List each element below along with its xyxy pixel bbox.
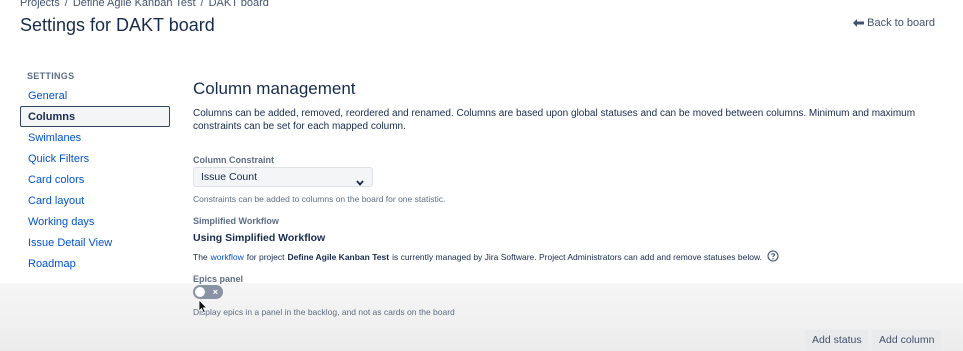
back-to-board-link[interactable]: Back to board [853, 17, 935, 29]
sidebar-item-columns[interactable]: Columns [20, 106, 170, 127]
sidebar-item-card-layout[interactable]: Card layout [20, 190, 170, 211]
breadcrumb-board[interactable]: DAKT board [209, 0, 269, 9]
page-title: Settings for DAKT board [20, 15, 215, 35]
add-status-button[interactable]: Add status [805, 330, 868, 351]
chevron-down-icon [356, 174, 364, 192]
toggle-knob [195, 287, 205, 297]
workflow-text-after: is currently managed by Jira Software. P… [392, 252, 762, 262]
intro-text: Columns can be added, removed, reordered… [193, 108, 916, 132]
breadcrumb-projects[interactable]: Projects [20, 0, 60, 9]
column-constraint-value: Issue Count [201, 171, 258, 183]
simplified-workflow-heading: Using Simplified Workflow [193, 232, 326, 244]
section-title: Column management [193, 79, 356, 98]
epics-help-text: Display epics in a panel in the backlog,… [193, 307, 455, 317]
breadcrumb-project[interactable]: Define Agile Kanban Test [73, 0, 196, 9]
workflow-link[interactable]: workflow [211, 252, 244, 262]
workflow-text-before: The [193, 252, 208, 262]
workflow-description: The workflow for project Define Agile Ka… [193, 250, 779, 264]
column-constraint-label: Column Constraint [193, 155, 274, 165]
add-column-button[interactable]: Add column [872, 330, 941, 351]
back-to-board-label: Back to board [867, 17, 935, 29]
workflow-project-name: Define Agile Kanban Test [287, 252, 390, 262]
column-constraint-select[interactable]: Issue Count [193, 167, 373, 187]
mouse-pointer-icon [198, 299, 208, 319]
arrow-left-icon [853, 19, 865, 27]
sidebar-heading: SETTINGS [27, 71, 75, 81]
column-management-panel: Column management Columns can be added, … [193, 78, 938, 317]
sidebar-item-roadmap[interactable]: Roadmap [20, 253, 170, 274]
constraint-help-text: Constraints can be added to columns on t… [193, 194, 446, 204]
epics-panel-toggle[interactable]: × [193, 285, 223, 299]
sidebar-item-working-days[interactable]: Working days [20, 211, 170, 232]
close-icon: × [212, 287, 218, 297]
breadcrumb-separator: / [200, 0, 204, 9]
question-circle-icon[interactable] [767, 250, 779, 264]
simplified-workflow-label: Simplified Workflow [193, 216, 279, 226]
sidebar-item-card-colors[interactable]: Card colors [20, 169, 170, 190]
sidebar-item-swimlanes[interactable]: Swimlanes [20, 127, 170, 148]
epics-panel-label: Epics panel [193, 274, 244, 284]
workflow-text-mid: for project [246, 252, 285, 262]
breadcrumb: Projects / Define Agile Kanban Test / DAKT b… [20, 0, 269, 9]
sidebar-item-quick-filters[interactable]: Quick Filters [20, 148, 170, 169]
settings-sidebar: SETTINGS General Columns Swimlanes Quick… [20, 71, 170, 274]
settings-page: Projects / Define Agile Kanban Test / DAKT b… [0, 0, 963, 351]
breadcrumb-separator: / [64, 0, 68, 9]
sidebar-item-issue-detail-view[interactable]: Issue Detail View [20, 232, 170, 253]
sidebar-item-general[interactable]: General [20, 85, 170, 106]
